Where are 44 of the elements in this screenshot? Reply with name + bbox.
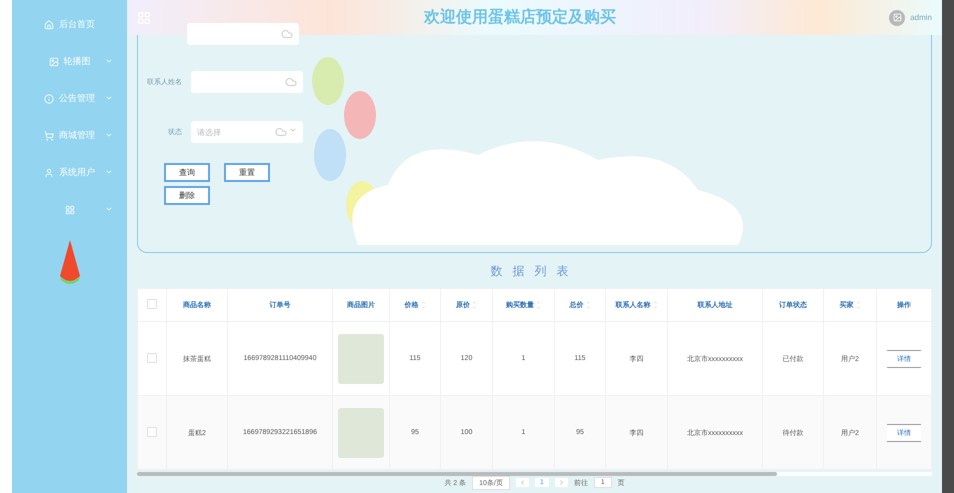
- page-title: 欢迎使用蛋糕店预定及购买: [422, 7, 618, 28]
- avatar-icon: [889, 10, 906, 26]
- user-icon: [44, 168, 54, 178]
- next-page-icon[interactable]: [554, 478, 568, 487]
- sort-icon[interactable]: [652, 300, 658, 310]
- photo-placeholder: [338, 334, 384, 384]
- cloud-icon: [281, 28, 293, 40]
- scrollbar-thumb[interactable]: [137, 472, 777, 476]
- action-button[interactable]: 查询: [164, 163, 210, 182]
- menu-item[interactable]: 公告管理: [12, 80, 127, 117]
- image-icon: [48, 56, 58, 66]
- menu-label: 系统用户: [59, 166, 95, 179]
- menu-label: 公告管理: [59, 92, 95, 105]
- cloud-icon: [285, 76, 297, 88]
- row-checkbox[interactable]: [147, 352, 157, 362]
- menu-label: 轮播图: [64, 55, 90, 68]
- sort-icon[interactable]: [472, 300, 477, 310]
- input-field[interactable]: [191, 71, 303, 93]
- menu-item[interactable]: 商城管理: [12, 117, 127, 154]
- cart-icon: [44, 130, 54, 140]
- notice-icon: [44, 94, 54, 104]
- action-button[interactable]: 删除: [164, 186, 210, 205]
- sort-icon[interactable]: [856, 300, 860, 310]
- action-button[interactable]: 重置: [224, 163, 270, 182]
- photo-placeholder: [338, 408, 384, 458]
- home-icon: [44, 20, 54, 30]
- menu-item[interactable]: 后台首页: [12, 6, 127, 43]
- menu-item[interactable]: 系统用户: [12, 154, 127, 191]
- row-checkbox[interactable]: [147, 426, 157, 436]
- previous-page-icon[interactable]: [516, 478, 529, 487]
- sort-icon[interactable]: [586, 300, 590, 310]
- chevron-icon[interactable]: [289, 126, 297, 134]
- user-name[interactable]: admin: [910, 13, 932, 22]
- sort-icon[interactable]: [420, 300, 426, 310]
- select-field[interactable]: 请选择: [191, 121, 303, 143]
- list-title: 数据列表: [490, 263, 580, 280]
- menu-label: 后台首页: [59, 18, 95, 31]
- cloud-icon: [275, 126, 287, 138]
- input-field[interactable]: [187, 23, 299, 45]
- sort-icon[interactable]: [536, 300, 541, 310]
- select-all-checkbox[interactable]: [147, 299, 157, 309]
- menu-label: 商城管理: [59, 129, 95, 142]
- grid-icon: [64, 204, 74, 214]
- menu-item[interactable]: 轮播图: [12, 43, 127, 80]
